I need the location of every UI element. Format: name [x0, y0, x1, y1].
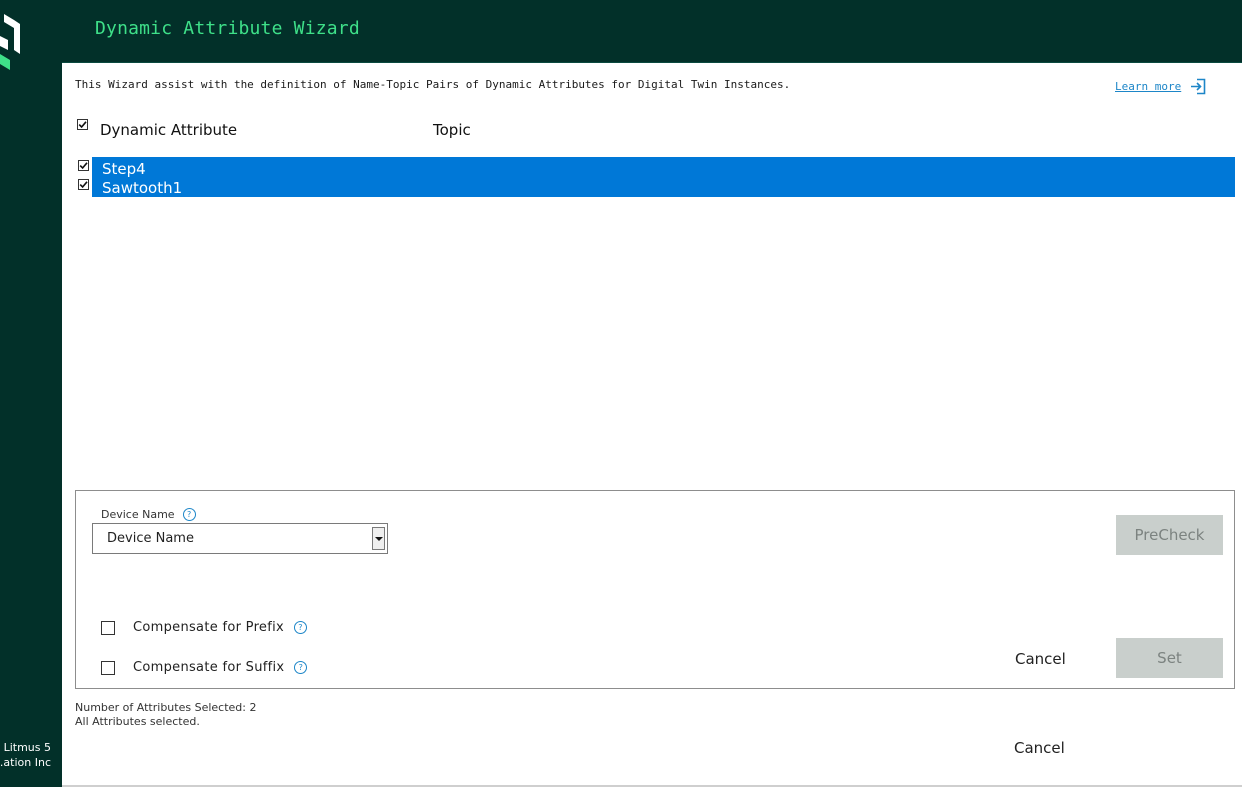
list-item[interactable]: Sawtooth1 [102, 179, 182, 197]
litmus-logo-icon [0, 14, 20, 70]
compensate-suffix-checkbox[interactable] [101, 661, 115, 675]
compensate-prefix-label: Compensate for Prefix [133, 620, 285, 635]
sidebar: 5 Litmus ation Inc. [0, 0, 62, 787]
column-header-dynamic-attribute[interactable]: Dynamic Attribute [100, 121, 237, 139]
header-bar: Dynamic Attribute Wizard [62, 0, 1242, 63]
dropdown-arrow-icon[interactable] [372, 527, 385, 550]
row-checkbox-step4[interactable] [78, 160, 89, 171]
settings-panel: Device Name ? Device Name PreCheck Compe… [75, 490, 1235, 689]
panel-cancel-button[interactable]: Cancel [1015, 650, 1066, 668]
checkmark-icon [79, 181, 88, 189]
column-header-topic[interactable]: Topic [433, 121, 471, 139]
help-icon[interactable]: ? [182, 508, 196, 521]
checkmark-icon [79, 162, 88, 170]
selected-count-text: Number of Attributes Selected: 2 [75, 701, 257, 714]
header-divider [62, 62, 1242, 63]
footer-cancel-button[interactable]: Cancel [1014, 739, 1065, 757]
copyright-line-2: ation Inc. [0, 756, 51, 769]
compensate-prefix-checkbox[interactable] [101, 621, 115, 635]
compensate-suffix-label-group: Compensate for Suffix ? [133, 660, 308, 675]
attribute-list[interactable]: Step4 Sawtooth1 [92, 157, 1235, 197]
set-button[interactable]: Set [1116, 638, 1223, 678]
device-name-value: Device Name [107, 531, 194, 546]
external-link-icon [1191, 78, 1206, 95]
help-icon[interactable]: ? [294, 661, 308, 674]
learn-more-link[interactable]: Learn more [1115, 78, 1206, 95]
copyright-text: 5 Litmus ation Inc. [0, 740, 62, 770]
device-name-select[interactable]: Device Name [92, 523, 388, 554]
copyright-line-1: 5 Litmus [3, 741, 51, 754]
device-name-label: Device Name [101, 508, 175, 521]
learn-more-label: Learn more [1115, 80, 1182, 93]
compensate-prefix-label-group: Compensate for Prefix ? [133, 620, 308, 635]
compensate-suffix-label: Compensate for Suffix [133, 660, 285, 675]
row-checkbox-sawtooth1[interactable] [78, 179, 89, 190]
device-name-label-group: Device Name ? [101, 508, 196, 521]
help-icon[interactable]: ? [294, 621, 308, 634]
intro-text: This Wizard assist with the definition o… [75, 78, 791, 91]
precheck-button[interactable]: PreCheck [1116, 515, 1223, 555]
selection-status: Number of Attributes Selected: 2 All Att… [75, 701, 256, 729]
all-selected-text: All Attributes selected. [75, 715, 200, 728]
checkmark-icon [78, 121, 87, 129]
list-item[interactable]: Step4 [102, 160, 146, 178]
select-all-checkbox[interactable] [77, 119, 88, 130]
page-title: Dynamic Attribute Wizard [95, 18, 360, 39]
